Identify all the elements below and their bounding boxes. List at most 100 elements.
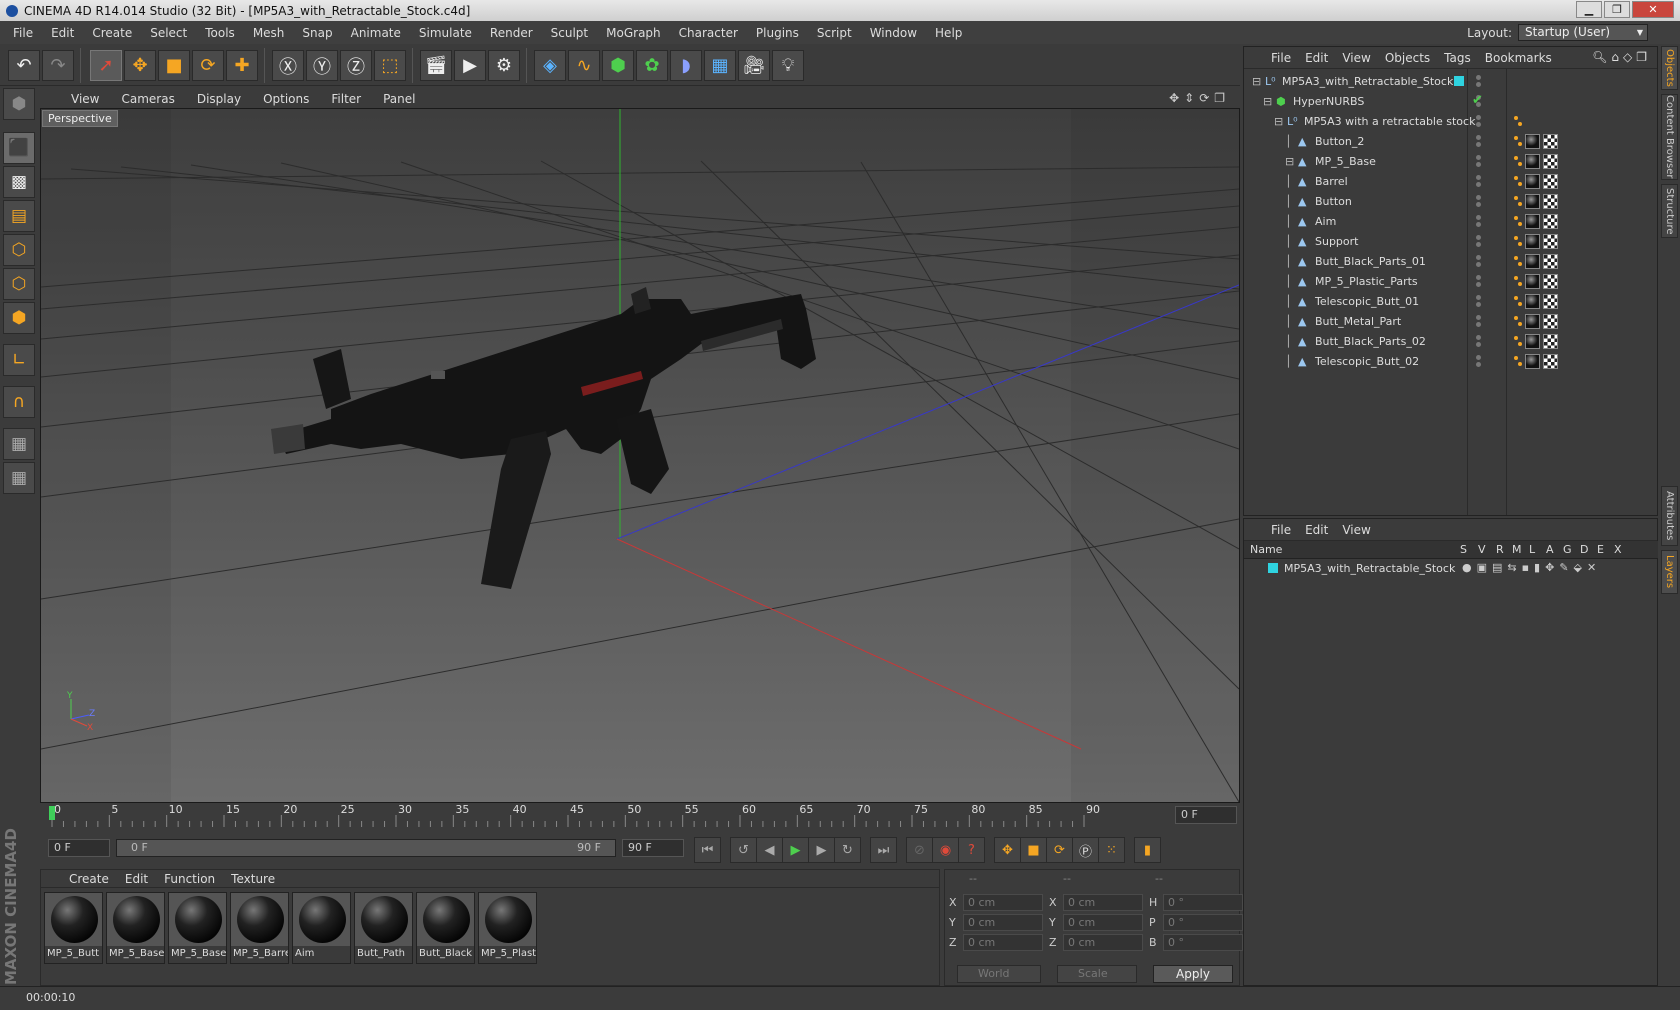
- uvw-tag-icon[interactable]: [1543, 353, 1558, 369]
- model-mode-button[interactable]: ⬛: [3, 132, 35, 164]
- undo-button[interactable]: ↶: [8, 50, 40, 81]
- tree-expand-icon[interactable]: │: [1285, 355, 1292, 368]
- objects-menu-edit[interactable]: Edit: [1298, 51, 1335, 65]
- tree-expand-icon[interactable]: │: [1285, 235, 1292, 248]
- x-axis-lock-button[interactable]: Ⓧ: [272, 50, 304, 81]
- cube-object-button[interactable]: ◈: [534, 50, 566, 81]
- redo-button[interactable]: ↷: [42, 50, 74, 81]
- render-settings-button[interactable]: ⚙: [488, 50, 520, 81]
- phong-tag-icon[interactable]: [1514, 196, 1522, 206]
- tree-expand-icon[interactable]: │: [1285, 215, 1292, 228]
- planar-workplane-button[interactable]: ▦: [3, 462, 35, 494]
- object-row[interactable]: │ ▲ Telescopic_Butt_01: [1244, 291, 1658, 311]
- menu-file[interactable]: File: [4, 26, 42, 40]
- material-menu-edit[interactable]: Edit: [117, 872, 156, 886]
- maximize-button[interactable]: ❐: [1604, 1, 1630, 18]
- pos-z-field[interactable]: 0 cm: [963, 934, 1043, 951]
- visibility-dots[interactable]: [1476, 215, 1481, 227]
- rot-b-field[interactable]: 0 °: [1163, 934, 1243, 951]
- layer-col-deformers[interactable]: D: [1580, 543, 1588, 556]
- go-to-start-button[interactable]: ⏮: [694, 837, 721, 863]
- menu-animate[interactable]: Animate: [342, 26, 410, 40]
- snap-button[interactable]: ∩: [3, 386, 35, 418]
- pos-y-field[interactable]: 0 cm: [963, 914, 1043, 931]
- viewport-menu-panel[interactable]: Panel: [372, 92, 426, 106]
- layer-col-manager[interactable]: M: [1512, 543, 1522, 556]
- workplane-button[interactable]: ▤: [3, 200, 35, 232]
- layer-col-view[interactable]: V: [1478, 543, 1486, 556]
- visibility-dots[interactable]: [1476, 75, 1481, 87]
- size-x-field[interactable]: 0 cm: [1063, 894, 1143, 911]
- material-tag-icon[interactable]: [1525, 193, 1540, 209]
- object-manager-search-icons[interactable]: 🔍︎⌂◇❐: [1592, 50, 1651, 64]
- visibility-dots[interactable]: [1476, 115, 1481, 127]
- floor-button[interactable]: ▦: [704, 50, 736, 81]
- menu-window[interactable]: Window: [861, 26, 926, 40]
- visibility-dots[interactable]: [1476, 295, 1481, 307]
- layer-col-animation[interactable]: A: [1546, 543, 1554, 556]
- phong-tag-icon[interactable]: [1514, 356, 1522, 366]
- visibility-dots[interactable]: [1476, 235, 1481, 247]
- end-frame-field[interactable]: 90 F: [622, 839, 684, 857]
- uvw-tag-icon[interactable]: [1543, 293, 1558, 309]
- go-to-end-button[interactable]: ⏭: [870, 837, 897, 863]
- uvw-tag-icon[interactable]: [1543, 193, 1558, 209]
- material-menu-texture[interactable]: Texture: [223, 872, 283, 886]
- object-row[interactable]: │ ▲ Butt_Black_Parts_01: [1244, 251, 1658, 271]
- menu-sculpt[interactable]: Sculpt: [542, 26, 597, 40]
- visibility-dots[interactable]: [1476, 155, 1481, 167]
- visibility-dots[interactable]: [1476, 195, 1481, 207]
- tree-expand-icon[interactable]: │: [1285, 195, 1292, 208]
- material-tag-icon[interactable]: [1525, 353, 1540, 369]
- uvw-tag-icon[interactable]: [1543, 333, 1558, 349]
- visibility-dots[interactable]: [1476, 275, 1481, 287]
- size-y-field[interactable]: 0 cm: [1063, 914, 1143, 931]
- menu-character[interactable]: Character: [670, 26, 747, 40]
- layer-row[interactable]: MP5A3_with_Retractable_Stock ●▣▤⇆▪▮✥✎⬙✕: [1244, 559, 1658, 578]
- menu-help[interactable]: Help: [926, 26, 971, 40]
- workplane-lock-button[interactable]: ▦: [3, 428, 35, 460]
- layer-col-generators[interactable]: G: [1563, 543, 1572, 556]
- scale-button[interactable]: ■: [158, 50, 190, 81]
- menu-tools[interactable]: Tools: [196, 26, 244, 40]
- objects-menu-bookmarks[interactable]: Bookmarks: [1478, 51, 1559, 65]
- material-tag-icon[interactable]: [1525, 333, 1540, 349]
- uvw-tag-icon[interactable]: [1543, 313, 1558, 329]
- key-scale-button[interactable]: ■: [1020, 837, 1047, 863]
- object-row[interactable]: │ ▲ Butt_Black_Parts_02: [1244, 331, 1658, 351]
- tab-objects[interactable]: Objects: [1661, 46, 1678, 90]
- array-button[interactable]: ✿: [636, 50, 668, 81]
- coordinate-mode-dropdown[interactable]: Scale: [1057, 965, 1137, 983]
- material-swatch[interactable]: MP_5_Barre: [230, 892, 289, 964]
- minimize-button[interactable]: ▁: [1576, 1, 1602, 18]
- uvw-tag-icon[interactable]: [1543, 133, 1558, 149]
- visibility-dots[interactable]: [1476, 315, 1481, 327]
- phong-tag-icon[interactable]: [1514, 116, 1522, 126]
- visibility-dots[interactable]: [1476, 175, 1481, 187]
- objects-menu-objects[interactable]: Objects: [1378, 51, 1437, 65]
- layer-col-locked[interactable]: L: [1529, 543, 1535, 556]
- menu-mesh[interactable]: Mesh: [244, 26, 294, 40]
- z-axis-lock-button[interactable]: Ⓩ: [340, 50, 372, 81]
- make-editable-button[interactable]: ⬢: [3, 88, 35, 120]
- next-frame-button[interactable]: ▶: [808, 837, 835, 863]
- layers-menu-edit[interactable]: Edit: [1298, 523, 1335, 537]
- phong-tag-icon[interactable]: [1514, 316, 1522, 326]
- key-rotation-button[interactable]: ⟳: [1046, 837, 1073, 863]
- tree-expand-icon[interactable]: │: [1285, 335, 1292, 348]
- prev-key-button[interactable]: ↺: [730, 837, 757, 863]
- material-tag-icon[interactable]: [1525, 273, 1540, 289]
- timeline-ruler[interactable]: 0 5 10 15 20 25 30 35 40 45 50 55 60 65 70 75 80 85 90 0 F: [40, 803, 1240, 829]
- tab-layers[interactable]: Layers: [1661, 550, 1678, 594]
- object-row[interactable]: ⊟ ⬢ HyperNURBS ✔: [1244, 91, 1658, 111]
- material-tag-icon[interactable]: [1525, 173, 1540, 189]
- phong-tag-icon[interactable]: [1514, 236, 1522, 246]
- key-position-button[interactable]: ✥: [994, 837, 1021, 863]
- prev-frame-button[interactable]: ◀: [756, 837, 783, 863]
- viewport-menu-filter[interactable]: Filter: [320, 92, 372, 106]
- menu-select[interactable]: Select: [141, 26, 196, 40]
- timeline-window-button[interactable]: ▮: [1134, 837, 1161, 863]
- menu-render[interactable]: Render: [481, 26, 542, 40]
- tree-expand-icon[interactable]: │: [1285, 275, 1292, 288]
- menu-create[interactable]: Create: [83, 26, 141, 40]
